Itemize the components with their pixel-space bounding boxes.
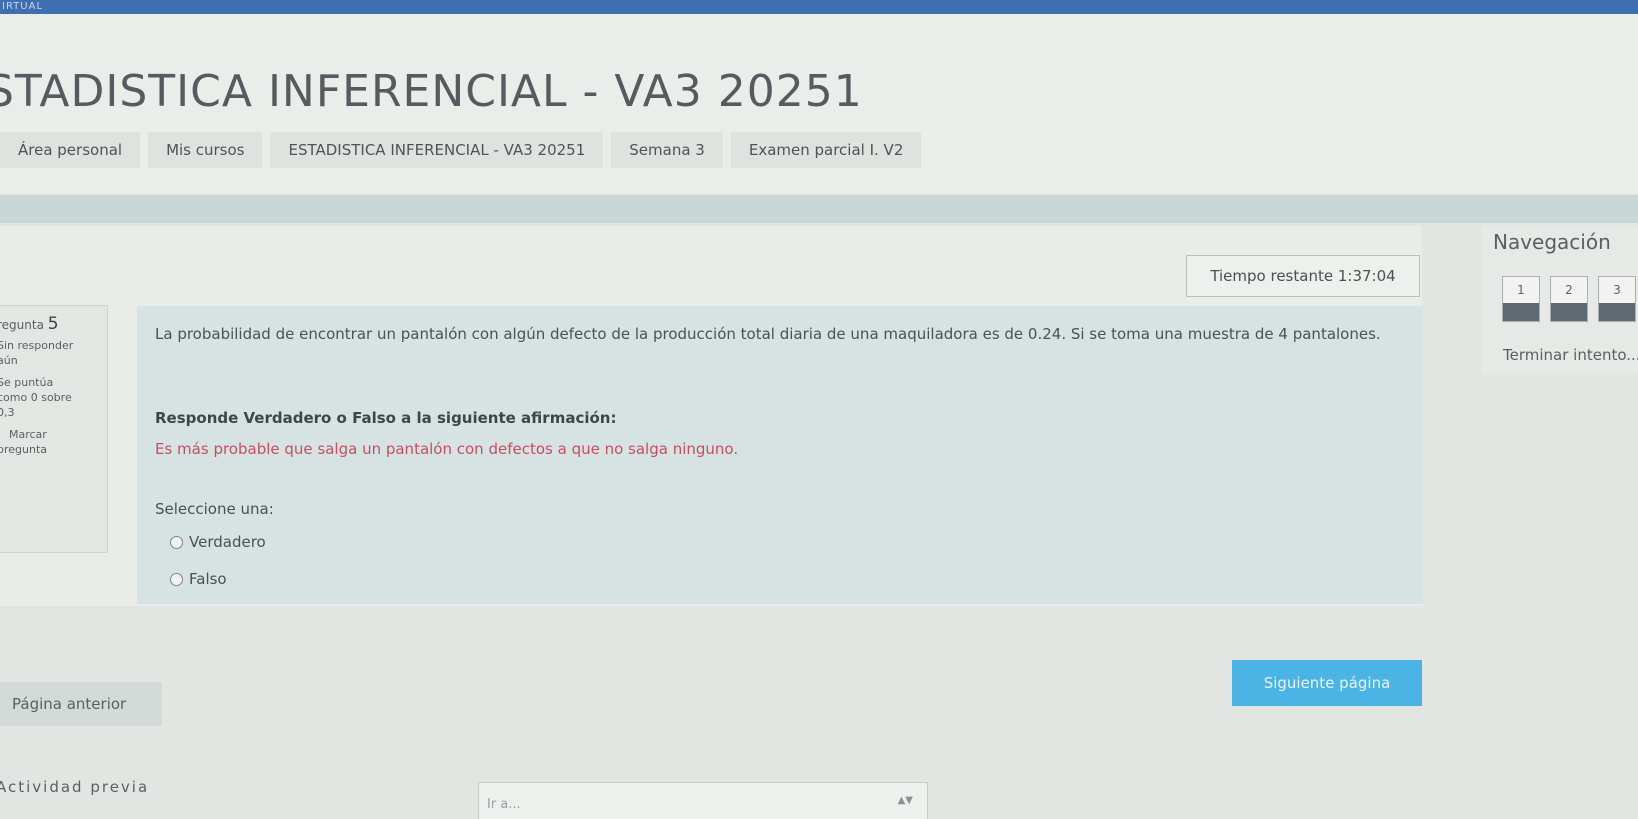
- nav-question-1[interactable]: 1: [1502, 276, 1540, 322]
- breadcrumb-mis-cursos[interactable]: Mis cursos: [148, 132, 263, 168]
- option-verdadero[interactable]: Verdadero: [170, 533, 266, 551]
- option-verdadero-label: Verdadero: [189, 533, 266, 551]
- top-bar: IRTUAL: [0, 0, 1638, 14]
- select-arrows-icon: ▲▼: [897, 795, 913, 806]
- flag-label-2[interactable]: pregunta: [0, 443, 47, 456]
- previous-page-button[interactable]: Página anterior: [0, 682, 162, 726]
- nav-answered-bar: [1551, 303, 1587, 321]
- breadcrumb: Área personal Mis cursos ESTADISTICA INF…: [0, 132, 929, 168]
- course-title: STADISTICA INFERENCIAL - VA3 20251: [0, 66, 863, 117]
- breadcrumb-area-personal[interactable]: Área personal: [0, 132, 141, 168]
- nav-number: 2: [1565, 283, 1573, 297]
- question-text: La probabilidad de encontrar un pantalón…: [155, 325, 1381, 343]
- flag-question-link[interactable]: Marcar: [0, 428, 47, 441]
- question-label-text: regunta: [0, 318, 44, 332]
- flag-icon: [0, 429, 5, 439]
- finish-attempt-link[interactable]: Terminar intento...: [1503, 346, 1638, 364]
- breadcrumb-course[interactable]: ESTADISTICA INFERENCIAL - VA3 20251: [270, 132, 604, 168]
- question-number-label: regunta 5: [0, 314, 59, 334]
- select-label: Seleccione una:: [155, 500, 274, 518]
- nav-answered-bar: [1503, 303, 1539, 321]
- grade-line-1: Se puntúa: [0, 376, 54, 389]
- breadcrumb-exam[interactable]: Examen parcial I. V2: [730, 132, 922, 168]
- option-falso-label: Falso: [189, 570, 227, 588]
- question-number: 5: [47, 314, 59, 334]
- question-info-box: regunta 5 Sin responder aún Se puntúa co…: [0, 305, 108, 553]
- next-page-button[interactable]: Siguiente página: [1232, 660, 1422, 706]
- divider-band: [0, 195, 1638, 223]
- nav-number: 1: [1517, 283, 1525, 297]
- nav-question-2[interactable]: 2: [1550, 276, 1588, 322]
- site-name: IRTUAL: [2, 1, 44, 12]
- previous-activity-link[interactable]: Actividad previa: [0, 778, 149, 796]
- question-status-2: aún: [0, 354, 18, 367]
- flag-label: Marcar: [9, 428, 47, 441]
- nav-answered-bar: [1599, 303, 1635, 321]
- grade-line-3: 0,3: [0, 406, 15, 419]
- timer-label: Tiempo restante: [1210, 267, 1334, 285]
- nav-question-3[interactable]: 3: [1598, 276, 1636, 322]
- question-status: Sin responder: [0, 339, 74, 352]
- option-falso[interactable]: Falso: [170, 570, 227, 588]
- question-statement: Es más probable que salga un pantalón co…: [155, 440, 739, 458]
- timer-value: 1:37:04: [1337, 267, 1396, 285]
- grade-line-2: como 0 sobre: [0, 391, 72, 404]
- navigation-title: Navegación: [1493, 230, 1611, 254]
- breadcrumb-semana[interactable]: Semana 3: [611, 132, 723, 168]
- radio-verdadero[interactable]: [170, 535, 183, 549]
- jump-to-select[interactable]: Ir a... ▲▼: [478, 782, 928, 819]
- question-instruction: Responde Verdadero o Falso a la siguient…: [155, 409, 617, 427]
- radio-falso[interactable]: [170, 572, 183, 586]
- time-remaining: Tiempo restante 1:37:04: [1186, 255, 1420, 297]
- nav-number: 3: [1613, 283, 1621, 297]
- jump-placeholder: Ir a...: [487, 797, 521, 812]
